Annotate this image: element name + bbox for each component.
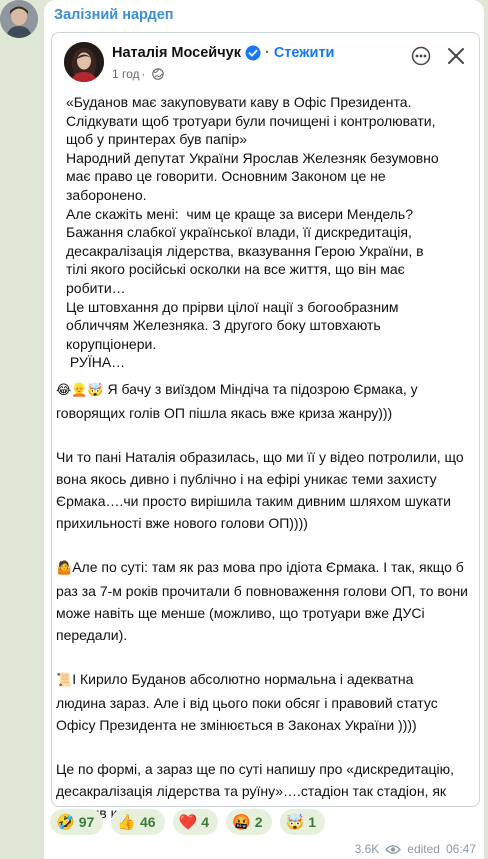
reaction-count: 2 <box>254 814 263 830</box>
eye-icon <box>385 844 402 854</box>
reaction-count: 1 <box>308 814 316 830</box>
comment-paragraph: 🤷Але по суті: там як раз мова про ідіота… <box>56 556 472 646</box>
reaction-rofl[interactable]: 🤣 97 <box>50 809 104 835</box>
reaction-swearing[interactable]: 🤬 2 <box>226 809 272 835</box>
author-line: Наталія Мосейчук · Стежити <box>112 45 334 61</box>
comment-paragraph: Чи то пані Наталія образилась, що ми її … <box>56 446 472 534</box>
post-text: «Буданов має закуповувати каву в Офіс Пр… <box>66 93 470 372</box>
avatar-portrait-icon <box>0 0 38 38</box>
verified-badge-icon <box>245 45 261 61</box>
view-count: 3.6K <box>354 842 380 856</box>
channel-comment: 😂👱🤯 Я бачу з виїздом Міндіча та підозрою… <box>56 378 472 846</box>
message-bubble: Залізний нардеп Наталія Мосейчук · Стежи… <box>44 0 484 859</box>
globe-icon <box>151 68 164 80</box>
heart-emoji-icon: ❤️ <box>178 813 198 831</box>
rofl-emoji-icon: 🤣 <box>56 813 75 831</box>
comment-paragraph: 😂👱🤯 Я бачу з виїздом Міндіча та підозрою… <box>56 378 472 424</box>
post-paragraph: «Буданов має закуповувати каву в Офіс Пр… <box>66 94 439 371</box>
comment-text: Але по суті: там як раз мова про ідіота … <box>56 559 468 643</box>
author-portrait-icon <box>64 42 104 82</box>
message-time: 06:47 <box>445 842 476 856</box>
shrug-emoji-icon: 🤷 <box>56 561 73 576</box>
comment-text: Чи то пані Наталія образилась, що ми її … <box>56 449 464 531</box>
follow-button[interactable]: Стежити <box>274 45 335 61</box>
reaction-mind-blown[interactable]: 🤯 1 <box>279 809 325 835</box>
reaction-count: 97 <box>78 814 95 830</box>
reaction-count: 4 <box>201 814 210 830</box>
author-name[interactable]: Наталія Мосейчук <box>112 45 241 61</box>
comment-text: І Кирило Буданов абсолютно нормальна і а… <box>56 671 438 733</box>
reaction-heart[interactable]: ❤️ 4 <box>172 809 219 835</box>
scroll-emoji-icon: 📜 <box>56 673 73 688</box>
post-time[interactable]: 1 год <box>112 67 140 81</box>
comment-paragraph: 📜І Кирило Буданов абсолютно нормальна і … <box>56 668 472 736</box>
reaction-count: 46 <box>139 814 156 830</box>
author-avatar[interactable] <box>64 42 104 82</box>
mind-blown-emoji-icon: 🤯 <box>285 813 305 831</box>
separator-dot: · <box>264 45 270 61</box>
reaction-thumbs-up[interactable]: 👍 46 <box>111 809 165 835</box>
thumbs-up-emoji-icon: 👍 <box>117 813 136 831</box>
swearing-emoji-icon: 🤬 <box>232 813 251 831</box>
edited-label: edited <box>407 842 440 856</box>
embed-header: Наталія Мосейчук · Стежити 1 год · <box>52 33 479 91</box>
reactions-bar: 🤣 97 👍 46 ❤️ 4 🤬 2 🤯 1 <box>50 809 325 835</box>
message-footer: 3.6K edited 06:47 <box>355 842 476 856</box>
close-icon[interactable] <box>444 44 468 68</box>
channel-avatar[interactable] <box>0 0 38 38</box>
channel-avatar-container[interactable] <box>0 0 44 44</box>
separator-dot: · <box>141 67 146 81</box>
post-meta: 1 год · <box>112 67 164 81</box>
more-icon[interactable] <box>409 44 433 68</box>
comment-text: Я бачу з виїздом Міндіча та підозрою Єрм… <box>56 381 418 421</box>
channel-name[interactable]: Залізний нардеп <box>54 7 174 23</box>
laughing-emoji-icon: 😂👱🤯 <box>56 383 104 398</box>
